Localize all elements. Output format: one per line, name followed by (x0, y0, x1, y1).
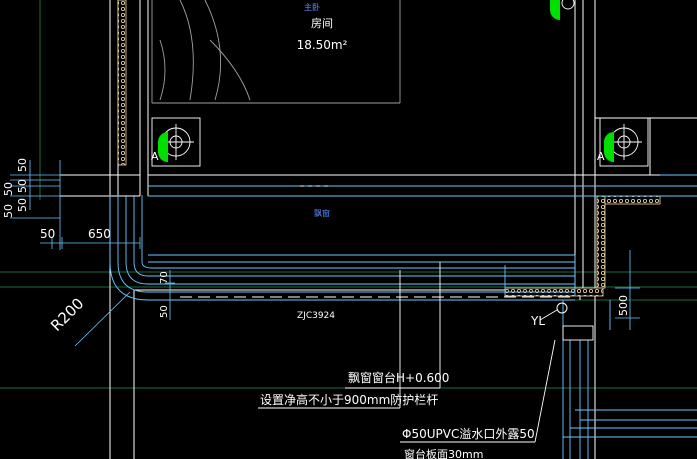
callout-sill-height: 飘窗窗台H+0.600 (348, 370, 449, 385)
pipe-tag: YL (530, 314, 545, 328)
callout-bottom-partial: 窗台板面30mm (404, 447, 483, 459)
top-right-marker-icon (561, 0, 575, 10)
room-name: 房间 (311, 17, 333, 30)
bay-window-label: 飘窗 (314, 208, 330, 218)
cad-drawing-canvas: A A 主卧 房间 18.50m² 飘窗 50 50 50 50 50 50 6… (0, 0, 697, 459)
dim-left-stack-1: 50 (16, 158, 29, 172)
dim-small-70: 70 (159, 271, 170, 284)
callout-overflow-pipe: Φ50UPVC溢水口外露50 (402, 427, 535, 441)
section-marker-left-icon (158, 132, 168, 162)
dim-radius: R200 (47, 294, 87, 334)
detail-ref: ZJC3924 (297, 311, 335, 321)
dim-offset-650: 650 (88, 227, 111, 241)
section-marker-right-icon (604, 132, 614, 162)
insulation-hatch (117, 0, 661, 297)
marker-letter-left: A (151, 150, 159, 163)
section-marker-top-icon (550, 0, 560, 20)
dim-left-side-1: 50 (2, 182, 15, 196)
room-tag: 主卧 (304, 2, 320, 12)
pipe-circle (556, 302, 568, 314)
grid-lines (0, 0, 697, 389)
dim-left-stack-3: 50 (16, 198, 29, 212)
pipe-box (562, 325, 594, 341)
dim-left-side-2: 50 (2, 204, 15, 218)
bed-furniture (151, 0, 401, 104)
dim-right-500: 500 (617, 295, 630, 316)
dim-left-stack-2: 50 (16, 179, 29, 193)
dim-small-50: 50 (159, 305, 170, 318)
room-area: 18.50m² (297, 38, 348, 52)
marker-letter-right: A (597, 150, 605, 163)
callout-railing: 设置净高不小于900mm防护栏杆 (260, 392, 438, 407)
dim-offset-50: 50 (40, 227, 55, 241)
